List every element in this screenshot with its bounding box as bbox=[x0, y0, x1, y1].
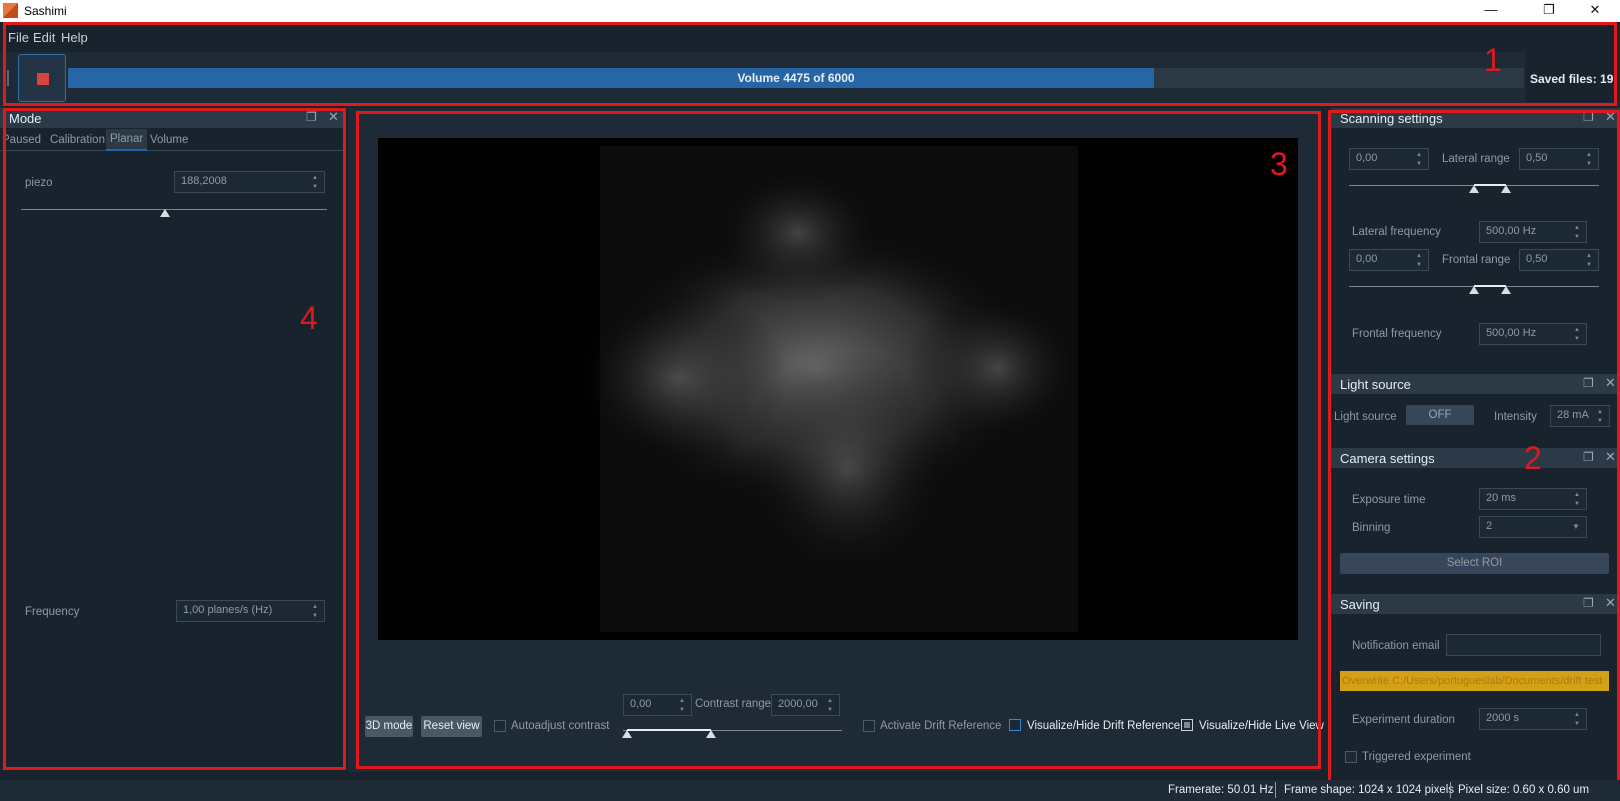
annotation-box-3 bbox=[356, 111, 1321, 769]
frame-shape-label: Frame shape: 1024 x 1024 pixels bbox=[1284, 784, 1455, 796]
minimize-button[interactable]: — bbox=[1468, 0, 1514, 22]
annotation-box-2 bbox=[1328, 110, 1620, 784]
app-icon bbox=[3, 3, 18, 18]
maximize-button[interactable]: ❐ bbox=[1526, 0, 1572, 22]
annotation-box-1 bbox=[3, 22, 1617, 106]
close-button[interactable]: ✕ bbox=[1572, 0, 1618, 22]
statusbar-divider bbox=[1450, 782, 1451, 798]
window-titlebar: Sashimi — ❐ ✕ bbox=[0, 0, 1620, 22]
statusbar-divider bbox=[1275, 782, 1276, 798]
window-title: Sashimi bbox=[24, 4, 67, 18]
framerate-label: Framerate: 50.01 Hz bbox=[1168, 784, 1274, 796]
annotation-box-4 bbox=[3, 108, 346, 770]
pixel-size-label: Pixel size: 0.60 x 0.60 um bbox=[1458, 784, 1590, 796]
annotation-1: 1 bbox=[1484, 42, 1502, 78]
